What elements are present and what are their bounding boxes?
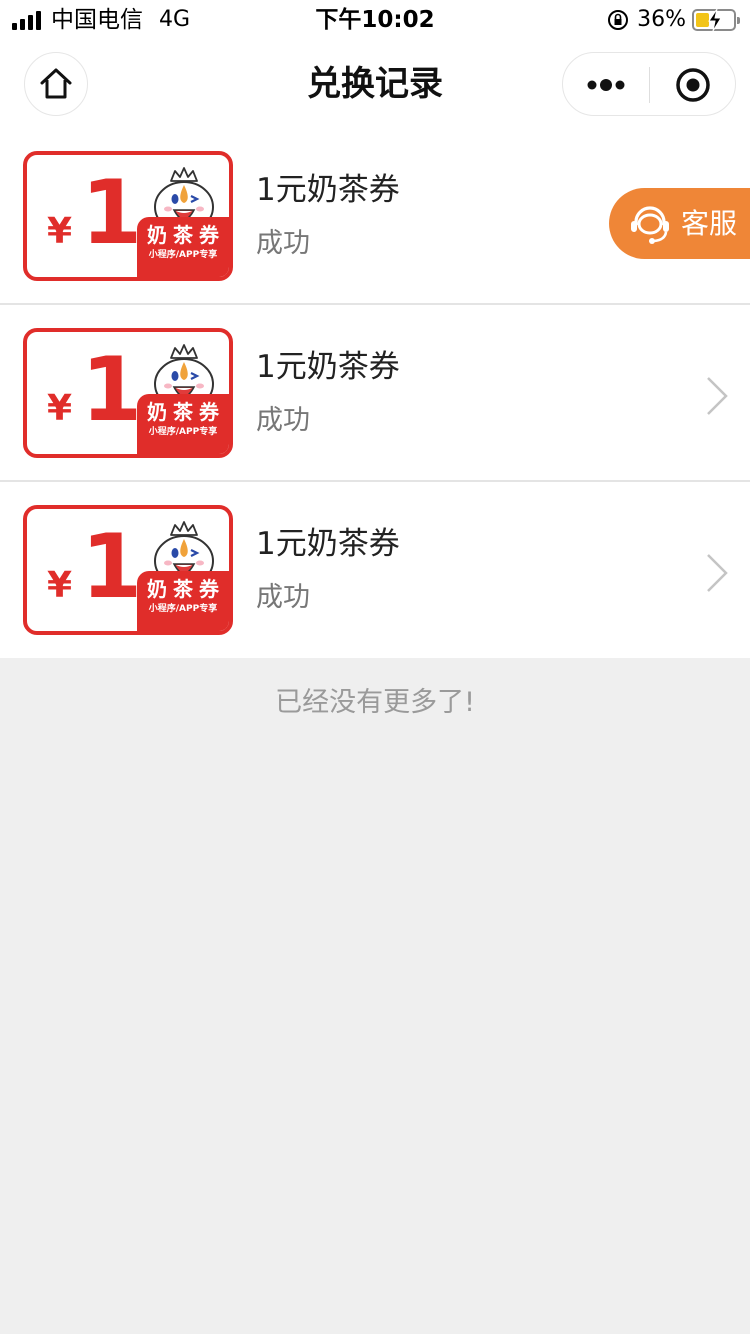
coupon-badge-title: 奶茶券 bbox=[147, 577, 225, 601]
headset-icon bbox=[631, 205, 669, 244]
more-button[interactable] bbox=[563, 53, 649, 117]
coupon-amount: 1 bbox=[81, 161, 143, 264]
record-title: 1元奶茶券 bbox=[256, 172, 400, 208]
coupon-badge: 奶茶券 小程序/APP专享 bbox=[137, 217, 229, 277]
coupon-image: ¥ 1 奶茶券 小程序/APP专享 bbox=[23, 328, 233, 458]
target-close-icon bbox=[676, 68, 710, 102]
coupon-badge-subtitle: 小程序/APP专享 bbox=[148, 427, 218, 437]
coupon-badge-subtitle: 小程序/APP专享 bbox=[148, 604, 218, 614]
chevron-right-icon bbox=[707, 377, 728, 415]
orientation-lock-icon bbox=[608, 10, 629, 30]
coupon-image: ¥ 1 奶茶券 小程序/APP专享 bbox=[23, 151, 233, 281]
record-status: 成功 bbox=[256, 405, 310, 436]
close-button[interactable] bbox=[650, 53, 736, 117]
status-bar: 中国电信 4G 下午10:02 36% bbox=[0, 0, 750, 40]
chevron-right-icon bbox=[707, 554, 728, 592]
coupon-currency: ¥ bbox=[47, 388, 73, 429]
record-item[interactable]: ¥ 1 奶茶券 小程序/APP专享 1元奶茶券 成功 bbox=[0, 482, 750, 658]
status-right: 36% bbox=[607, 7, 740, 33]
page: 中国电信 4G 下午10:02 36% 兑换记录 ¥ 1 奶茶券 小程序/APP… bbox=[0, 0, 750, 1334]
coupon-badge: 奶茶券 小程序/APP专享 bbox=[137, 571, 229, 631]
capsule-menu bbox=[562, 52, 736, 116]
customer-service-label: 客服 bbox=[681, 206, 738, 240]
record-status: 成功 bbox=[256, 582, 310, 613]
no-more-text: 已经没有更多了! bbox=[275, 687, 475, 718]
coupon-currency: ¥ bbox=[47, 565, 73, 606]
battery-percent: 36% bbox=[637, 7, 686, 32]
coupon-badge-title: 奶茶券 bbox=[147, 400, 225, 424]
coupon-badge-subtitle: 小程序/APP专享 bbox=[148, 250, 218, 260]
record-title: 1元奶茶券 bbox=[256, 349, 400, 385]
coupon-badge: 奶茶券 小程序/APP专享 bbox=[137, 394, 229, 454]
record-item[interactable]: ¥ 1 奶茶券 小程序/APP专享 1元奶茶券 成功 bbox=[0, 305, 750, 482]
record-status: 成功 bbox=[256, 228, 310, 259]
more-dots-icon bbox=[587, 79, 625, 91]
coupon-badge-title: 奶茶券 bbox=[147, 223, 225, 247]
nav-bar: 兑换记录 bbox=[0, 40, 750, 128]
customer-service-button[interactable]: 客服 bbox=[609, 188, 750, 259]
coupon-amount: 1 bbox=[81, 338, 143, 441]
coupon-image: ¥ 1 奶茶券 小程序/APP专享 bbox=[23, 505, 233, 635]
record-title: 1元奶茶券 bbox=[256, 526, 400, 562]
coupon-currency: ¥ bbox=[47, 211, 73, 252]
coupon-amount: 1 bbox=[81, 515, 143, 618]
battery-icon bbox=[692, 9, 740, 31]
charging-bolt-icon bbox=[708, 9, 722, 31]
